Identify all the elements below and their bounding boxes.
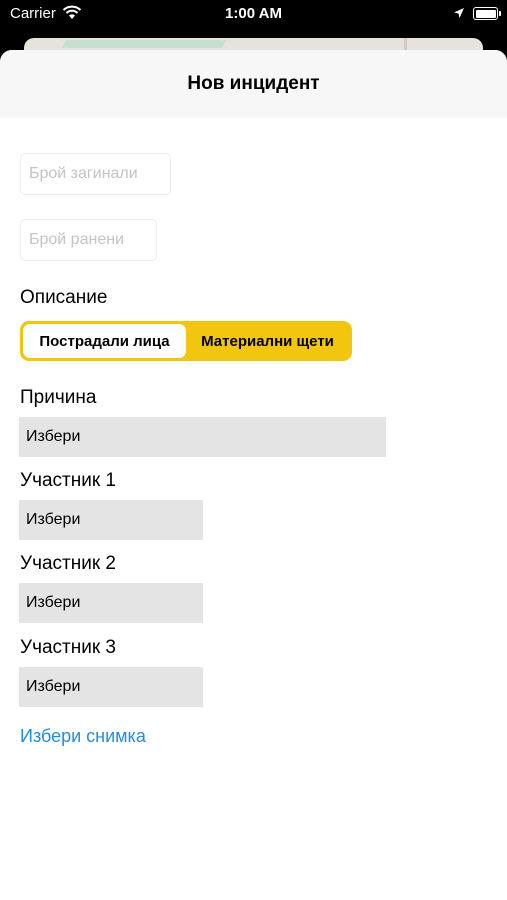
description-segmented-control: Пострадали лица Материални щети: [20, 321, 352, 361]
participant-1-label: Участник 1: [20, 470, 117, 491]
incident-sheet: Нов инцидент Описание Пострадали лица Ма…: [0, 50, 507, 900]
deaths-count-field[interactable]: [20, 153, 171, 195]
injured-count-field[interactable]: [20, 219, 157, 261]
participant-3-label: Участник 3: [20, 637, 117, 658]
battery-nub: [499, 11, 501, 16]
description-label: Описание: [20, 287, 108, 308]
location-arrow-icon: [454, 8, 464, 18]
participant-3-picker[interactable]: Избери: [19, 667, 203, 707]
participant-2-picker[interactable]: Избери: [19, 583, 203, 623]
status-bar: Carrier 1:00 AM: [0, 0, 507, 30]
participant-1-picker[interactable]: Избери: [19, 500, 203, 540]
cause-label: Причина: [20, 387, 97, 408]
navigation-bar: Нов инцидент: [0, 50, 507, 118]
participant-2-label: Участник 2: [20, 553, 117, 574]
page-title: Нов инцидент: [187, 73, 320, 94]
battery-icon: [473, 7, 498, 20]
segment-injured-persons[interactable]: Пострадали лица: [23, 324, 186, 358]
clock: 1:00 AM: [225, 5, 282, 22]
cause-picker[interactable]: Избери: [19, 417, 386, 457]
segment-material-damage[interactable]: Материални щети: [186, 324, 349, 358]
choose-photo-link[interactable]: Избери снимка: [20, 726, 146, 747]
